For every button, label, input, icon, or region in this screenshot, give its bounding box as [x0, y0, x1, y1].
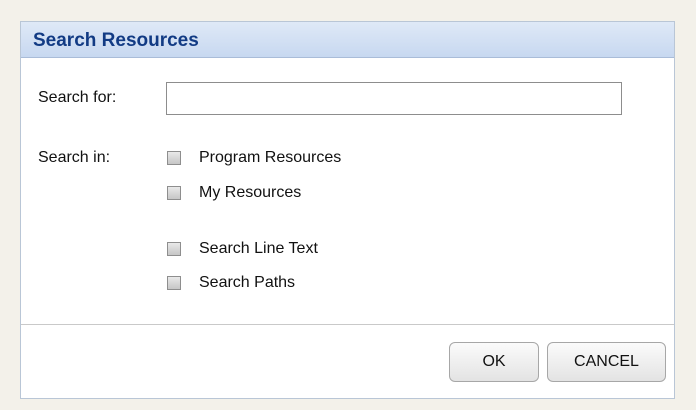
checkbox-box[interactable] [167, 276, 181, 290]
checkbox-box[interactable] [167, 186, 181, 200]
ok-button[interactable]: OK [449, 342, 539, 382]
checkbox-box[interactable] [167, 151, 181, 165]
checkbox-box[interactable] [167, 242, 181, 256]
dialog-title: Search Resources [33, 30, 199, 51]
program-resources-label: Program Resources [199, 149, 342, 166]
search-for-label: Search for: [38, 89, 117, 106]
dialog-titlebar: Search Resources [21, 22, 674, 58]
my-resources-label: My Resources [199, 184, 302, 201]
search-input[interactable] [166, 82, 622, 115]
search-resources-dialog: Search Resources Search for: Search in: … [20, 21, 675, 399]
search-line-text-label: Search Line Text [199, 240, 318, 257]
search-paths-label: Search Paths [199, 274, 296, 291]
cancel-button[interactable]: CANCEL [547, 342, 666, 382]
footer-divider [21, 324, 674, 325]
search-in-label: Search in: [38, 149, 111, 166]
